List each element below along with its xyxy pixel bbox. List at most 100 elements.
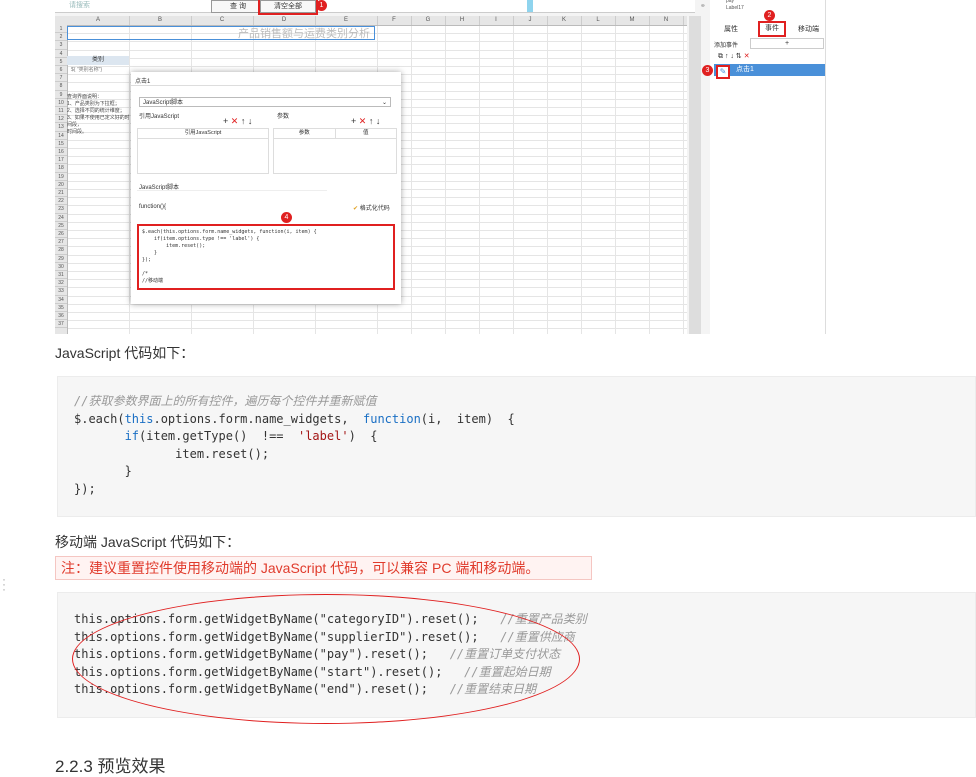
sheet-title-cell[interactable]: 产品销售额与运费类别分析 <box>67 26 375 40</box>
column-label[interactable]: J <box>513 16 548 25</box>
row-label[interactable]: 35 <box>55 304 67 312</box>
format-code-button[interactable]: ✔ 格式化代码 <box>353 203 390 212</box>
row-label[interactable]: 18 <box>55 164 67 173</box>
add-event-select[interactable]: + <box>750 38 824 49</box>
row-label[interactable]: 16 <box>55 148 67 157</box>
column-label[interactable]: C <box>191 16 254 25</box>
highlight-ellipse <box>72 594 580 724</box>
row-header: 1 2 3 4 5 6 7 8 9 10 11 12 13 14 15 16 17 18 19 20 21 22 23 24 2… <box>55 25 68 334</box>
tab-property[interactable]: 属性 <box>724 24 738 34</box>
drag-handle-icon[interactable]: · · · <box>2 573 6 595</box>
row-label[interactable]: 36 <box>55 312 67 321</box>
row-label[interactable]: 3 <box>55 41 67 50</box>
delete-icon[interactable]: ✕ <box>231 116 239 126</box>
step-badge-4: 4 <box>281 212 292 223</box>
column-label[interactable]: H <box>445 16 480 25</box>
widget-tree: pay Label17 <box>726 0 744 12</box>
row-label[interactable]: 26 <box>55 230 67 239</box>
column-label[interactable]: E <box>315 16 378 25</box>
tree-item-label17[interactable]: Label17 <box>726 5 744 12</box>
column-label[interactable]: D <box>253 16 316 25</box>
code-block-pc[interactable]: //获取参数界面上的所有控件，遍历每个控件并重新赋值 $.each(this.o… <box>57 376 976 517</box>
row-label[interactable]: 37 <box>55 320 67 329</box>
code-line: }); <box>74 481 96 496</box>
row-label[interactable]: 14 <box>55 132 67 140</box>
row-label[interactable]: 6 <box>55 66 67 75</box>
grid-line <box>581 25 582 334</box>
splitter <box>527 0 533 12</box>
action-type-select[interactable]: JavaScript脚本 ⌄ <box>139 97 391 107</box>
column-header: ABCDEFGHIJKLMN <box>55 16 687 26</box>
row-label[interactable]: 20 <box>55 181 67 189</box>
row-label[interactable]: 17 <box>55 156 67 165</box>
category-header-cell[interactable]: 类别 <box>67 56 129 65</box>
chevron-down-icon: ⌄ <box>381 100 387 106</box>
row-label[interactable]: 30 <box>55 263 67 271</box>
column-label[interactable]: A <box>67 16 130 25</box>
row-label[interactable]: 25 <box>55 222 67 230</box>
column-label[interactable]: I <box>479 16 514 25</box>
row-label[interactable]: 21 <box>55 189 67 198</box>
row-label[interactable]: 29 <box>55 255 67 263</box>
row-label[interactable]: 11 <box>55 107 67 116</box>
row-label[interactable]: 12 <box>55 115 67 124</box>
row-label[interactable]: 24 <box>55 214 67 222</box>
params-header-row: 参数 值 <box>274 129 396 139</box>
column-label[interactable]: B <box>129 16 192 25</box>
row-label[interactable]: 13 <box>55 123 67 132</box>
ref-js-header: 引用JavaScript <box>138 129 268 139</box>
delete-icon[interactable]: ✕ <box>359 116 367 126</box>
grid-line <box>547 25 548 334</box>
designer-screenshot: 请搜索 查 询 清空全部 1 ABCDEFGHIJKLMN 1234567891… <box>55 0 826 334</box>
add-icon[interactable]: + <box>223 116 228 126</box>
row-label[interactable]: 32 <box>55 279 67 288</box>
row-label[interactable]: 2 <box>55 33 67 42</box>
column-label[interactable]: K <box>547 16 582 25</box>
params-toolbar: + ✕ ↑ ↓ <box>351 116 380 127</box>
up-icon[interactable]: ↑ <box>369 116 374 126</box>
row-label[interactable]: 7 <box>55 74 67 83</box>
column-label[interactable]: G <box>411 16 446 25</box>
param-header: 参数 <box>274 129 336 138</box>
row-label[interactable]: 34 <box>55 296 67 304</box>
tab-event[interactable]: 事件 <box>758 21 786 37</box>
down-icon[interactable]: ↓ <box>376 116 381 126</box>
tab-mobile[interactable]: 移动端 <box>798 24 819 34</box>
js-code-editor[interactable]: $.each(this.options.form.name_widgets, f… <box>137 224 395 290</box>
row-label[interactable]: 31 <box>55 271 67 280</box>
row-label[interactable]: 15 <box>55 140 67 148</box>
column-label[interactable]: L <box>581 16 616 25</box>
event-toolbar: ⧉ ↑ ↓ ⇅ ✕ <box>718 52 750 61</box>
copy-icon[interactable]: ⧉ <box>718 53 723 60</box>
row-label[interactable]: 10 <box>55 99 67 107</box>
clear-all-button[interactable]: 清空全部 <box>258 0 318 15</box>
add-icon[interactable]: + <box>351 116 356 126</box>
sort-icon[interactable]: ⇅ <box>736 53 742 60</box>
row-label[interactable]: 1 <box>55 25 67 34</box>
up-icon[interactable]: ↑ <box>241 116 246 126</box>
row-label[interactable]: 5 <box>55 58 67 66</box>
ref-js-toolbar: + ✕ ↑ ↓ <box>223 116 252 127</box>
up-icon[interactable]: ↑ <box>725 53 729 60</box>
column-label[interactable]: N <box>649 16 684 25</box>
down-icon[interactable]: ↓ <box>730 53 734 60</box>
row-label[interactable]: 23 <box>55 205 67 214</box>
ref-js-table: 引用JavaScript <box>137 128 269 174</box>
column-label[interactable]: M <box>615 16 650 25</box>
edit-icon[interactable]: ✎ <box>716 65 730 79</box>
event-item[interactable]: 点击1 <box>714 64 825 76</box>
delete-icon[interactable]: ✕ <box>744 53 750 60</box>
query-button[interactable]: 查 询 <box>211 0 265 13</box>
dialog-tab[interactable]: 点击1 <box>135 76 150 85</box>
link-icon[interactable]: ⚭ <box>700 2 706 10</box>
row-label[interactable]: 33 <box>55 287 67 296</box>
row-label[interactable]: 19 <box>55 173 67 181</box>
row-label[interactable]: 9 <box>55 91 67 99</box>
row-label[interactable]: 27 <box>55 238 67 247</box>
column-label[interactable]: F <box>377 16 412 25</box>
row-label[interactable]: 28 <box>55 246 67 255</box>
row-label[interactable]: 4 <box>55 50 67 58</box>
row-label[interactable]: 22 <box>55 197 67 206</box>
down-icon[interactable]: ↓ <box>248 116 253 126</box>
row-label[interactable]: 8 <box>55 82 67 91</box>
